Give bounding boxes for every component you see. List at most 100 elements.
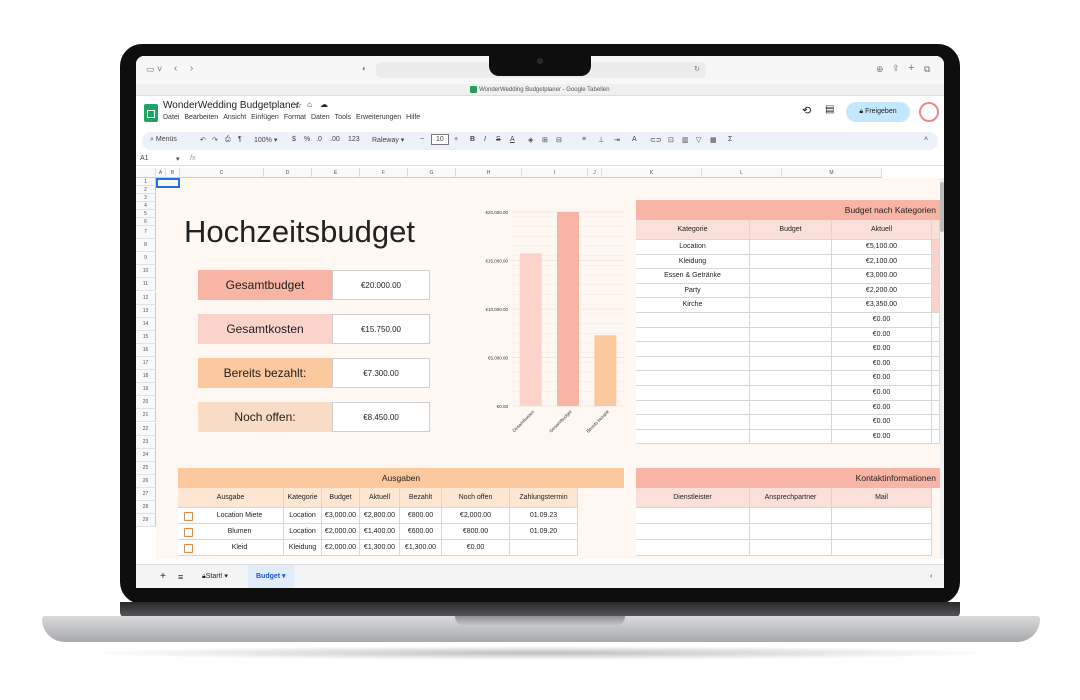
row-header[interactable]: 1 <box>136 178 156 186</box>
row-header[interactable]: 26 <box>136 474 156 488</box>
expenses-cell[interactable]: 01.09.23 <box>510 508 578 524</box>
category-cell[interactable] <box>750 371 832 386</box>
paid-checkbox[interactable] <box>184 543 193 553</box>
sheet-grid[interactable]: Hochzeitsbudget Gesamtbudget €20.000.00 Ge… <box>156 178 940 559</box>
category-cell[interactable] <box>636 415 750 430</box>
category-cell[interactable]: Kleidung <box>636 254 750 270</box>
avatar[interactable] <box>919 102 939 122</box>
filter-icon[interactable]: ▽ <box>696 136 701 144</box>
row-header[interactable]: 12 <box>136 291 156 305</box>
sheets-logo-icon[interactable] <box>144 104 158 122</box>
category-cell[interactable] <box>636 400 750 416</box>
category-cell[interactable] <box>636 313 750 328</box>
category-cell[interactable] <box>750 254 832 270</box>
category-cell[interactable]: Essen & Getränke <box>636 269 750 284</box>
category-cell[interactable] <box>750 327 832 343</box>
row-header[interactable]: 4 <box>136 202 156 210</box>
contacts-cell[interactable] <box>832 540 932 556</box>
menu-item[interactable]: Tools <box>335 114 351 121</box>
category-cell[interactable] <box>750 429 832 445</box>
expenses-cell[interactable]: Kleid <box>178 540 284 556</box>
redo-icon[interactable]: ↷ <box>212 136 218 144</box>
download-icon[interactable]: ⊕ <box>876 64 884 75</box>
expenses-cell[interactable]: Location Miete <box>178 508 284 524</box>
tabs-overview-icon[interactable]: ⧉ <box>924 64 930 75</box>
filter-views-icon[interactable]: ▦ <box>710 136 717 144</box>
name-box-dropdown-icon[interactable]: ▾ <box>176 155 180 163</box>
row-header[interactable]: 15 <box>136 330 156 344</box>
row-header[interactable]: 6 <box>136 218 156 226</box>
expenses-cell[interactable]: Location <box>284 508 322 524</box>
paid-checkbox[interactable] <box>184 527 193 537</box>
new-tab-icon[interactable]: + <box>908 62 914 74</box>
bold-icon[interactable]: B <box>470 136 475 143</box>
row-header[interactable]: 23 <box>136 435 156 449</box>
row-header[interactable]: 9 <box>136 252 156 266</box>
category-cell[interactable]: €2,100.00 <box>832 254 932 270</box>
contacts-cell[interactable] <box>636 524 750 540</box>
share-icon[interactable]: ⇪ <box>892 63 900 74</box>
expenses-cell[interactable]: 01.09.20 <box>510 524 578 540</box>
sidebar-icon[interactable]: ▭ ˅ <box>146 64 162 75</box>
category-cell[interactable] <box>750 342 832 357</box>
category-cell[interactable]: €0.00 <box>832 371 932 386</box>
menu-item[interactable]: Bearbeiten <box>184 114 218 121</box>
expenses-cell[interactable]: €600.00 <box>400 524 442 540</box>
category-cell[interactable] <box>636 429 750 445</box>
column-header[interactable]: E <box>312 168 360 178</box>
column-header[interactable]: C <box>180 168 264 178</box>
column-header[interactable]: J <box>588 168 602 178</box>
row-header[interactable]: 3 <box>136 194 156 202</box>
reload-icon[interactable]: ↻ <box>694 65 700 73</box>
row-header[interactable]: 14 <box>136 317 156 331</box>
row-header[interactable]: 20 <box>136 396 156 410</box>
column-header[interactable]: D <box>264 168 312 178</box>
category-cell[interactable]: €3,350.00 <box>832 298 932 313</box>
category-cell[interactable] <box>750 356 832 372</box>
category-cell[interactable]: €5,100.00 <box>832 240 932 255</box>
sheet-tab-budget[interactable]: Budget ▾ <box>248 565 294 588</box>
collapse-sidepanel-icon[interactable]: ‹ <box>930 565 932 588</box>
collapse-toolbar-icon[interactable]: ˄ <box>924 136 928 143</box>
more-formats-icon[interactable]: 123 <box>348 136 360 143</box>
back-icon[interactable]: ‹ <box>174 63 177 74</box>
align-icon[interactable]: ≡ <box>582 136 586 143</box>
search-menus[interactable]: ⌕ Menüs <box>150 136 177 144</box>
undo-icon[interactable]: ↶ <box>200 136 206 144</box>
category-cell[interactable]: €0.00 <box>832 386 932 401</box>
expenses-cell[interactable] <box>510 540 578 556</box>
row-header[interactable]: 28 <box>136 500 156 514</box>
currency-icon[interactable]: $ <box>292 136 296 143</box>
strikethrough-icon[interactable]: S <box>496 136 501 143</box>
link-icon[interactable]: ⊂⊃ <box>650 136 662 144</box>
column-header[interactable]: M <box>782 168 882 178</box>
category-cell[interactable] <box>750 386 832 401</box>
row-header[interactable]: 19 <box>136 383 156 397</box>
expenses-cell[interactable]: €2,000.00 <box>442 508 510 524</box>
paint-format-icon[interactable]: ¶ <box>238 136 242 143</box>
comments-icon[interactable]: ▤ <box>825 104 834 115</box>
expenses-cell[interactable]: €1,300.00 <box>400 540 442 556</box>
category-cell[interactable] <box>636 342 750 357</box>
increase-decimal-icon[interactable]: .00 <box>330 136 340 143</box>
row-header[interactable]: 29 <box>136 513 156 527</box>
row-header[interactable]: 27 <box>136 487 156 501</box>
functions-icon[interactable]: Σ <box>728 136 732 143</box>
category-cell[interactable] <box>636 327 750 343</box>
category-cell[interactable] <box>636 386 750 401</box>
row-header[interactable]: 25 <box>136 461 156 475</box>
increase-font-icon[interactable]: + <box>454 136 458 143</box>
category-cell[interactable]: €0.00 <box>832 327 932 343</box>
forward-icon[interactable]: › <box>190 63 193 74</box>
sheet-tab-start[interactable]: 🔒︎Start! ▾ <box>202 565 228 588</box>
row-header[interactable]: 7 <box>136 226 156 240</box>
decrease-font-icon[interactable]: − <box>420 136 424 143</box>
category-cell[interactable]: €0.00 <box>832 429 932 445</box>
percent-icon[interactable]: % <box>304 136 310 143</box>
decrease-decimal-icon[interactable]: .0 <box>316 136 322 143</box>
expenses-cell[interactable]: €3,000.00 <box>322 508 360 524</box>
row-header[interactable]: 13 <box>136 304 156 318</box>
menu-item[interactable]: Hilfe <box>406 114 420 121</box>
expenses-cell[interactable]: €800.00 <box>442 524 510 540</box>
expenses-cell[interactable]: €2,000.00 <box>322 540 360 556</box>
